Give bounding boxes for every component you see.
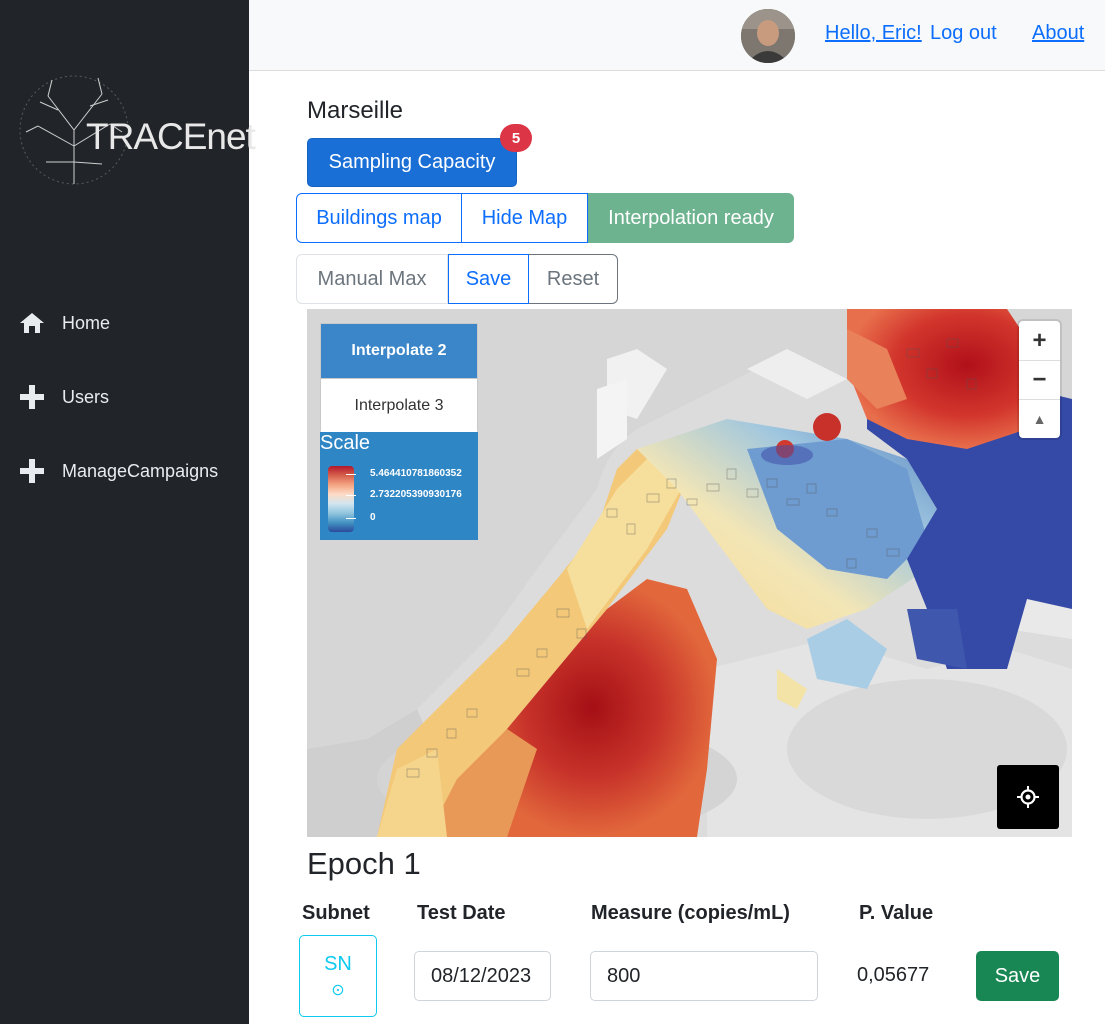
notification-badge: 5: [500, 124, 532, 152]
greeting-link[interactable]: Hello, Eric!: [825, 22, 922, 45]
scale-tick: [346, 495, 356, 496]
manual-max-button[interactable]: Manual Max: [296, 254, 448, 304]
locate-button[interactable]: [997, 765, 1059, 829]
logout-link[interactable]: Log out: [930, 22, 997, 45]
epoch-title: Epoch 1: [307, 846, 421, 881]
crosshair-gear-icon: [1017, 786, 1039, 808]
map-button-group: Buildings map Hide Map Interpolation rea…: [296, 193, 794, 243]
hide-map-button[interactable]: Hide Map: [462, 193, 588, 243]
measure-input[interactable]: [590, 951, 818, 1001]
measure-header: Measure (copies/mL): [591, 902, 790, 924]
save-max-button[interactable]: Save: [448, 254, 529, 304]
sidebar-item-users[interactable]: Users: [18, 383, 109, 411]
scale-gradient-bar: [328, 466, 354, 532]
tracenet-logo: TRACEnet: [18, 66, 256, 194]
home-icon: [18, 309, 46, 337]
zoom-in-button[interactable]: +: [1019, 321, 1060, 360]
plus-icon: [18, 457, 46, 485]
top-navbar: Hello, Eric! Log out About: [249, 0, 1105, 71]
test-date-input[interactable]: [414, 951, 551, 1001]
scale-tick: [346, 518, 356, 519]
save-epoch-button[interactable]: Save: [976, 951, 1059, 1001]
pvalue-header: P. Value: [859, 902, 934, 924]
scale-mid-label: 2.732205390930176: [370, 489, 462, 500]
interpolate-panel: Interpolate 2 Interpolate 3: [320, 323, 478, 432]
scale-tick: [346, 474, 356, 475]
avatar[interactable]: [741, 9, 795, 63]
scale-min-label: 0: [370, 512, 376, 523]
sidebar-item-home[interactable]: Home: [18, 309, 110, 337]
interpolation-status-button[interactable]: Interpolation ready: [588, 193, 794, 243]
about-link[interactable]: About: [1032, 22, 1084, 45]
sidebar-item-label: Home: [62, 312, 111, 333]
scale-max-label: 5.464410781860352: [370, 468, 462, 479]
sidebar: TRACEnet Home Users ManageCampaigns: [0, 0, 256, 1024]
sidebar-item-label: Users: [62, 386, 110, 407]
sampling-capacity-button[interactable]: Sampling Capacity: [307, 138, 517, 187]
plus-icon: [18, 383, 46, 411]
reset-button[interactable]: Reset: [529, 254, 618, 304]
zoom-out-button[interactable]: −: [1019, 360, 1060, 399]
zoom-controls: + − ▲: [1019, 321, 1060, 438]
subnet-header: Subnet: [302, 902, 370, 924]
subnet-button[interactable]: SN ⊙: [299, 935, 377, 1017]
scale-title: Scale: [320, 432, 371, 454]
pvalue-text: 0,05677: [857, 964, 930, 986]
sidebar-item-managecampaigns[interactable]: ManageCampaigns: [18, 457, 218, 485]
compass-reset-button[interactable]: ▲: [1019, 399, 1060, 438]
subnet-label: SN: [324, 952, 352, 975]
sidebar-item-label: ManageCampaigns: [62, 460, 219, 481]
compass-icon: ▲: [1032, 411, 1047, 427]
target-icon: ⊙: [331, 981, 345, 999]
scale-legend: Scale 5.464410781860352 2.73220539093017…: [320, 432, 478, 540]
test-date-header: Test Date: [417, 902, 506, 924]
logo-text: TRACEnet: [86, 116, 256, 157]
page-title: Marseille: [307, 97, 404, 124]
buildings-map-button[interactable]: Buildings map: [296, 193, 462, 243]
max-button-group: Manual Max Save Reset: [296, 254, 618, 304]
interpolate-2-button[interactable]: Interpolate 2: [321, 324, 477, 378]
interpolation-map[interactable]: Interpolate 2 Interpolate 3 Scale 5.4644…: [307, 309, 1072, 837]
interpolate-3-button[interactable]: Interpolate 3: [321, 378, 477, 432]
